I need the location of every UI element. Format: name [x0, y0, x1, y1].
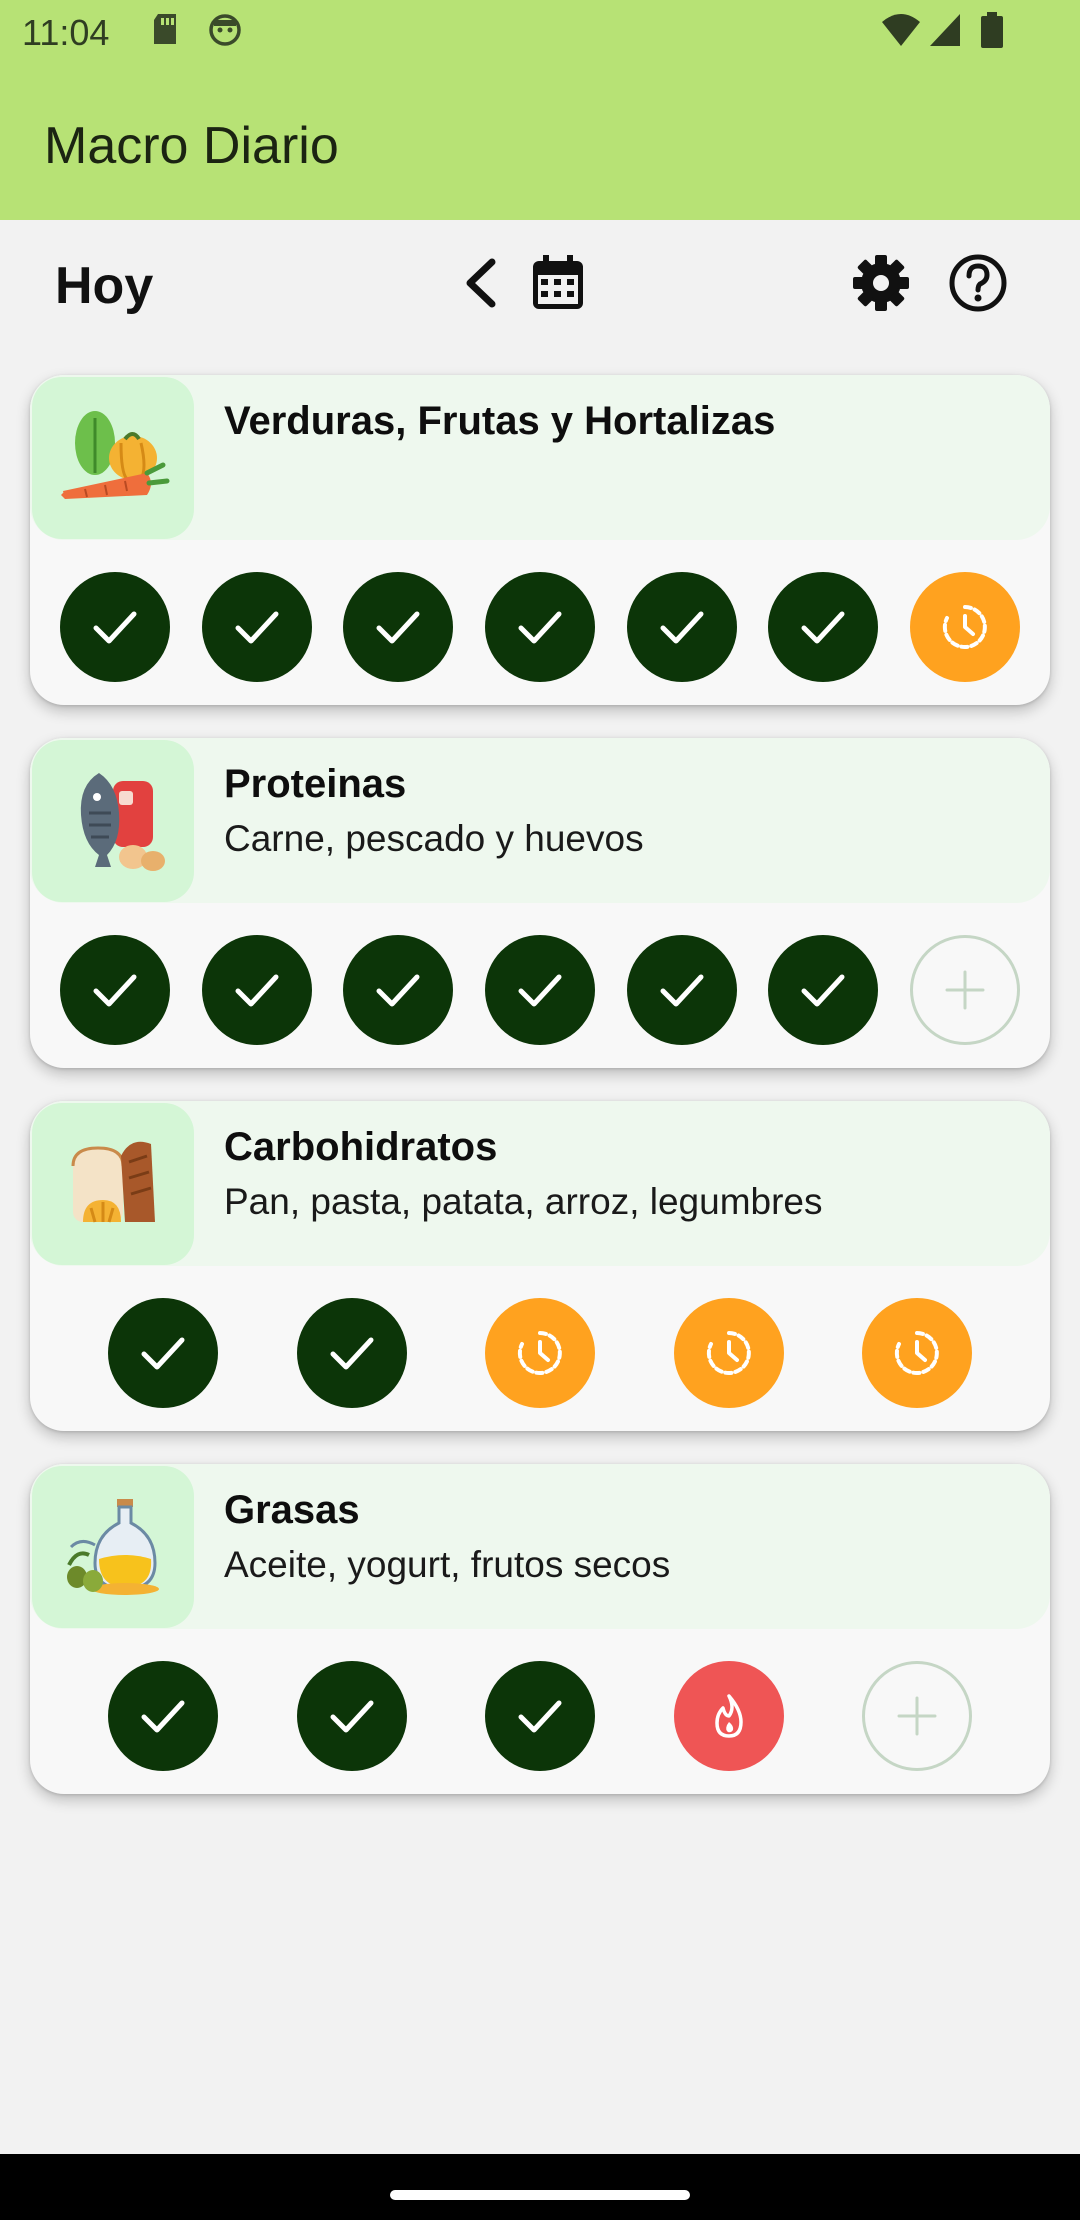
day-label: Hoy: [55, 257, 154, 315]
timer-icon: [706, 1330, 752, 1376]
timer-icon: [517, 1330, 563, 1376]
completed-serving-button[interactable]: [60, 572, 170, 682]
check-icon: [659, 608, 705, 646]
check-icon: [517, 608, 563, 646]
completed-serving-button[interactable]: [768, 572, 879, 682]
app-bar: Macro Diario: [0, 66, 1080, 220]
macro-card: Carbohidratos Pan, pasta, patata, arroz, …: [30, 1101, 1050, 1431]
pending-serving-button[interactable]: [673, 1298, 784, 1408]
wifi-icon: [880, 12, 922, 53]
macro-card-title: Proteinas: [224, 762, 407, 806]
completed-serving-button[interactable]: [108, 1298, 218, 1408]
macro-card: Proteinas Carne, pescado y huevos: [30, 738, 1050, 1068]
check-icon: [659, 971, 705, 1009]
completed-serving-button[interactable]: [626, 572, 737, 682]
macro-card-title: Verduras, Frutas y Hortalizas: [224, 399, 776, 443]
completed-serving-button[interactable]: [626, 935, 737, 1045]
pending-serving-button[interactable]: [862, 1298, 972, 1408]
calendar-button[interactable]: [523, 248, 593, 318]
serving-slots-row: [30, 934, 1050, 1046]
completed-serving-button[interactable]: [296, 1298, 407, 1408]
settings-button[interactable]: [846, 248, 916, 318]
completed-serving-button[interactable]: [485, 1661, 595, 1771]
add-serving-button[interactable]: [862, 1661, 972, 1771]
serving-slots-row: [30, 571, 1050, 683]
macro-card-subtitle: Carne, pescado y huevos: [224, 818, 644, 859]
protein-icon: [32, 740, 194, 902]
app-title: Macro Diario: [44, 117, 339, 175]
completed-serving-button[interactable]: [484, 935, 595, 1045]
check-icon: [329, 1697, 375, 1735]
check-icon: [234, 608, 280, 646]
previous-day-button[interactable]: [447, 248, 517, 318]
signal-icon: [928, 12, 962, 53]
battery-icon: [980, 12, 1004, 55]
calendar-icon: [533, 255, 583, 309]
completed-serving-button[interactable]: [108, 1661, 218, 1771]
check-icon: [92, 971, 138, 1009]
fire-icon: [707, 1692, 751, 1740]
check-icon: [92, 608, 138, 646]
timer-icon: [894, 1330, 940, 1376]
vegetables-icon: [32, 377, 194, 539]
completed-serving-button[interactable]: [201, 572, 312, 682]
pending-serving-button[interactable]: [909, 572, 1020, 682]
add-serving-button[interactable]: [909, 935, 1020, 1045]
plus-icon: [895, 1694, 939, 1738]
macro-card-header[interactable]: Verduras, Frutas y Hortalizas: [30, 375, 1050, 540]
pending-serving-button[interactable]: [485, 1298, 595, 1408]
check-icon: [517, 1697, 563, 1735]
serving-slots-row: [30, 1297, 1050, 1409]
check-icon: [517, 971, 563, 1009]
status-time: 11:04: [22, 12, 110, 53]
completed-serving-button[interactable]: [484, 572, 595, 682]
macro-card-header[interactable]: Carbohidratos Pan, pasta, patata, arroz, …: [30, 1101, 1050, 1266]
completed-serving-button[interactable]: [201, 935, 312, 1045]
home-gesture-handle[interactable]: [390, 2190, 690, 2200]
navigation-bar: [0, 2154, 1080, 2220]
macro-card-header[interactable]: Grasas Aceite, yogurt, frutos secos: [30, 1464, 1050, 1629]
help-button[interactable]: [943, 248, 1013, 318]
plus-icon: [943, 968, 987, 1012]
timer-icon: [942, 604, 988, 650]
check-icon: [140, 1697, 186, 1735]
status-bar: 11:04: [0, 0, 1080, 66]
date-toolbar: Hoy: [0, 220, 1080, 350]
completed-serving-button[interactable]: [343, 572, 454, 682]
bread-icon: [32, 1103, 194, 1265]
chevron-left-icon: [466, 258, 496, 308]
check-icon: [800, 608, 846, 646]
android-face-icon: [208, 12, 242, 51]
gear-icon: [853, 255, 909, 311]
macro-card: Verduras, Frutas y Hortalizas: [30, 375, 1050, 705]
completed-serving-button[interactable]: [60, 935, 170, 1045]
macro-card: Grasas Aceite, yogurt, frutos secos: [30, 1464, 1050, 1794]
completed-serving-button[interactable]: [768, 935, 879, 1045]
sd-card-icon: [150, 12, 180, 51]
macro-card-title: Carbohidratos: [224, 1125, 498, 1169]
check-icon: [375, 971, 421, 1009]
check-icon: [234, 971, 280, 1009]
macro-card-title: Grasas: [224, 1488, 360, 1532]
completed-serving-button[interactable]: [343, 935, 454, 1045]
check-icon: [140, 1334, 186, 1372]
completed-serving-button[interactable]: [296, 1661, 407, 1771]
macro-card-subtitle: Aceite, yogurt, frutos secos: [224, 1544, 671, 1585]
check-icon: [800, 971, 846, 1009]
check-icon: [375, 608, 421, 646]
oil-icon: [32, 1466, 194, 1628]
macro-card-subtitle: Pan, pasta, patata, arroz, legumbres: [224, 1181, 823, 1222]
help-icon: [949, 254, 1007, 312]
exceeded-serving-button[interactable]: [673, 1661, 784, 1771]
macro-card-header[interactable]: Proteinas Carne, pescado y huevos: [30, 738, 1050, 903]
check-icon: [329, 1334, 375, 1372]
serving-slots-row: [30, 1660, 1050, 1772]
